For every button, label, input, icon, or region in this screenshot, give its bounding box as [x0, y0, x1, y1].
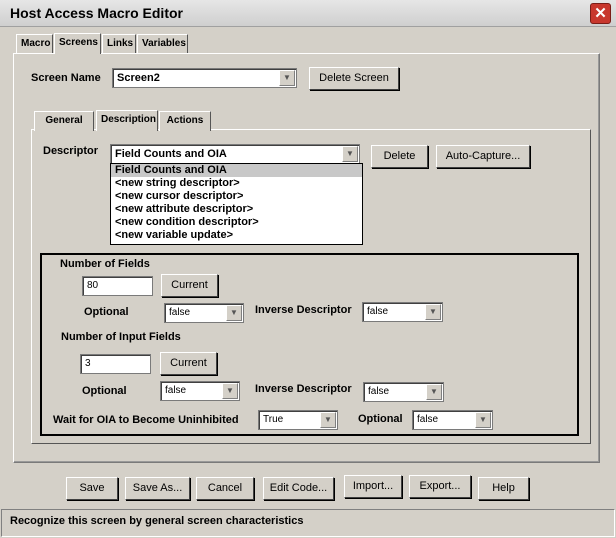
- tab-macro-label: Macro: [21, 38, 51, 49]
- optional-label: Optional: [358, 413, 403, 425]
- cancel-button[interactable]: Cancel: [196, 477, 254, 500]
- window-title: Host Access Macro Editor: [10, 5, 183, 21]
- inverse-select-2[interactable]: false ▼: [363, 382, 444, 402]
- close-icon: ✕: [594, 5, 607, 22]
- screen-name-label: Screen Name: [31, 72, 101, 84]
- dropdown-option[interactable]: <new attribute descriptor>: [111, 203, 362, 216]
- chevron-down-icon[interactable]: ▼: [320, 412, 336, 428]
- optional-select-2[interactable]: false ▼: [160, 381, 240, 401]
- current-input-fields-button[interactable]: Current: [160, 352, 217, 375]
- inverse-descriptor-label: Inverse Descriptor: [255, 383, 352, 395]
- edit-code-button[interactable]: Edit Code...: [263, 477, 334, 500]
- wait-oia-label: Wait for OIA to Become Uninhibited: [53, 414, 239, 426]
- help-button[interactable]: Help: [478, 477, 529, 500]
- dropdown-option[interactable]: <new variable update>: [111, 229, 362, 242]
- tab-actions[interactable]: Actions: [159, 111, 211, 131]
- number-of-input-fields-label: Number of Input Fields: [61, 331, 181, 343]
- close-button[interactable]: ✕: [590, 3, 611, 24]
- inverse-value: false: [367, 306, 389, 317]
- descriptor-select[interactable]: Field Counts and OIA ▼: [110, 144, 360, 164]
- delete-screen-button[interactable]: Delete Screen: [309, 67, 399, 90]
- chevron-down-icon[interactable]: ▼: [226, 305, 242, 321]
- tab-description[interactable]: Description: [96, 110, 158, 131]
- chevron-down-icon[interactable]: ▼: [475, 412, 491, 428]
- tab-actions-label: Actions: [166, 115, 204, 126]
- chevron-down-icon[interactable]: ▼: [342, 146, 358, 162]
- optional-value: false: [417, 414, 439, 425]
- tab-general-label: General: [45, 115, 83, 126]
- number-of-input-fields-input[interactable]: 3: [80, 354, 151, 374]
- descriptor-dropdown-list: Field Counts and OIA <new string descrip…: [110, 163, 363, 245]
- status-bar: Recognize this screen by general screen …: [1, 509, 615, 537]
- tab-variables-label: Variables: [142, 38, 186, 49]
- descriptor-label: Descriptor: [43, 145, 99, 157]
- save-as-button[interactable]: Save As...: [125, 477, 190, 500]
- tab-description-label: Description: [101, 114, 157, 125]
- import-button[interactable]: Import...: [344, 475, 402, 498]
- dropdown-option[interactable]: Field Counts and OIA: [111, 164, 362, 177]
- wait-oia-value: True: [263, 414, 284, 425]
- chevron-down-icon[interactable]: ▼: [425, 304, 441, 320]
- optional-select-1[interactable]: false ▼: [164, 303, 244, 323]
- screen-name-value: Screen2: [117, 72, 160, 84]
- dropdown-option[interactable]: <new cursor descriptor>: [111, 190, 362, 203]
- chevron-down-icon[interactable]: ▼: [222, 383, 238, 399]
- tab-general[interactable]: General: [34, 111, 94, 131]
- number-of-fields-input[interactable]: 80: [82, 276, 153, 296]
- chevron-down-icon[interactable]: ▼: [426, 384, 442, 400]
- chevron-down-icon[interactable]: ▼: [279, 70, 295, 86]
- tab-screens[interactable]: Screens: [54, 33, 101, 54]
- screen-name-select[interactable]: Screen2 ▼: [112, 68, 297, 88]
- inverse-select-1[interactable]: false ▼: [362, 302, 443, 322]
- tab-macro[interactable]: Macro: [16, 34, 53, 54]
- tab-variables[interactable]: Variables: [137, 34, 188, 54]
- number-of-fields-label: Number of Fields: [60, 258, 150, 270]
- save-button[interactable]: Save: [66, 477, 118, 500]
- delete-descriptor-button[interactable]: Delete: [371, 145, 428, 168]
- dropdown-option[interactable]: <new string descriptor>: [111, 177, 362, 190]
- wait-oia-select[interactable]: True ▼: [258, 410, 338, 430]
- optional-select-3[interactable]: false ▼: [412, 410, 493, 430]
- optional-value: false: [165, 385, 187, 396]
- dropdown-option[interactable]: <new condition descriptor>: [111, 216, 362, 229]
- auto-capture-button[interactable]: Auto-Capture...: [436, 145, 530, 168]
- optional-label: Optional: [84, 306, 129, 318]
- optional-value: false: [169, 307, 191, 318]
- inverse-value: false: [368, 386, 390, 397]
- inverse-descriptor-label: Inverse Descriptor: [255, 304, 352, 316]
- tab-links[interactable]: Links: [102, 34, 136, 54]
- tab-links-label: Links: [107, 38, 134, 49]
- optional-label: Optional: [82, 385, 127, 397]
- export-button[interactable]: Export...: [409, 475, 471, 498]
- descriptor-value: Field Counts and OIA: [115, 148, 227, 160]
- current-fields-button[interactable]: Current: [161, 274, 218, 297]
- tab-screens-label: Screens: [59, 37, 98, 48]
